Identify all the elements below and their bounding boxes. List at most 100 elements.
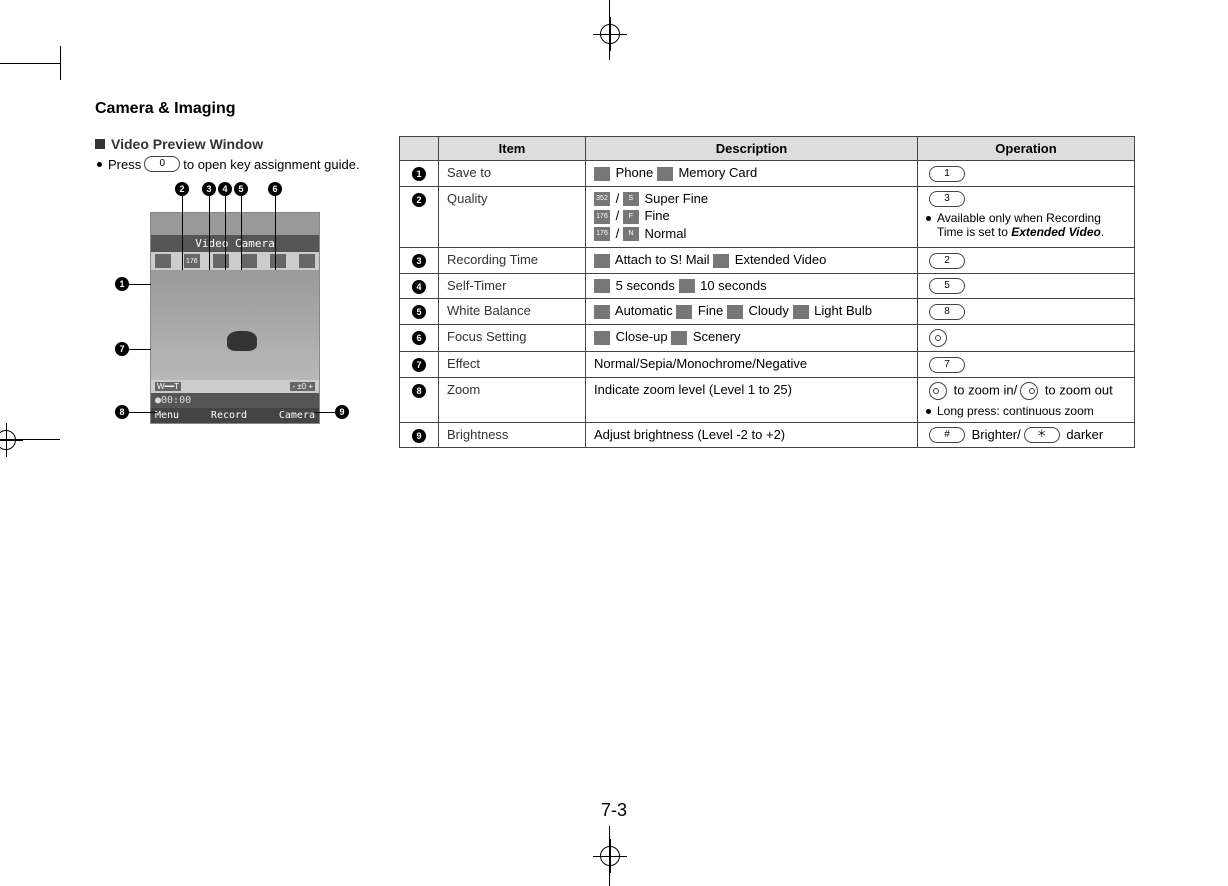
bullet-icon <box>97 162 102 167</box>
registration-mark-left <box>0 430 16 450</box>
option-icon: F <box>623 210 639 224</box>
desc-cell: Close-up Scenery <box>586 324 918 351</box>
table-row: 2Quality352 / S Super Fine176 / F Fine17… <box>400 186 1135 248</box>
option-icon: S <box>623 192 639 206</box>
item-cell: Quality <box>439 186 586 248</box>
option-label: Scenery <box>689 329 740 344</box>
table-row: 6Focus Setting Close-up Scenery <box>400 324 1135 351</box>
option-label: Light Bulb <box>811 303 872 318</box>
callout-9: 9 <box>335 405 349 419</box>
option-label: Close-up <box>612 329 671 344</box>
quality-icon: 176 <box>184 254 200 268</box>
softkey-menu: Menu <box>155 410 179 421</box>
registration-mark-bottom <box>600 846 620 866</box>
operation-cell: 5 <box>918 273 1135 299</box>
option-label: Automatic <box>612 303 676 318</box>
option-label: Memory Card <box>675 165 757 180</box>
table-row: 8ZoomIndicate zoom level (Level 1 to 25)… <box>400 377 1135 422</box>
crop-mark <box>609 0 610 60</box>
nav-key-icon <box>929 329 947 347</box>
option-icon <box>679 279 695 293</box>
option-icon <box>671 331 687 345</box>
desc-cell: Normal/Sepia/Monochrome/Negative <box>586 351 918 377</box>
nav-down-icon <box>1020 382 1038 400</box>
keycap: 2 <box>929 253 965 269</box>
option-icon <box>713 254 729 268</box>
separator: / <box>612 191 623 206</box>
zoom-indicator: W━━T <box>155 382 181 391</box>
item-cell: Recording Time <box>439 248 586 274</box>
wb-icon <box>270 254 286 268</box>
number-badge: 7 <box>412 358 426 372</box>
desc-cell: Automatic Fine Cloudy Light Bulb <box>586 299 918 325</box>
option-label: Attach to S! Mail <box>612 252 713 267</box>
operation-note: Long press: continuous zoom <box>926 404 1126 418</box>
option-label: Fine <box>694 303 727 318</box>
section-title: Camera & Imaging <box>95 100 1135 118</box>
th-num <box>400 137 439 161</box>
callout-5: 5 <box>234 182 248 196</box>
op-text: Brighter/ <box>968 427 1021 442</box>
operation-note: Available only when Recording Time is se… <box>926 211 1126 239</box>
option-icon <box>594 331 610 345</box>
row-number: 4 <box>400 273 439 299</box>
row-number: 5 <box>400 299 439 325</box>
operation-cell: 3Available only when Recording Time is s… <box>918 186 1135 248</box>
callout-4: 4 <box>218 182 232 196</box>
viewfinder <box>151 270 319 380</box>
focus-icon <box>299 254 315 268</box>
callout-7: 7 <box>115 342 129 356</box>
item-cell: Save to <box>439 161 586 187</box>
note-text: Long press: continuous zoom <box>937 404 1094 418</box>
option-icon <box>676 305 692 319</box>
row-number: 6 <box>400 324 439 351</box>
status-strip: W━━T - ±0 + <box>151 380 319 393</box>
table-row: 1 Save to Phone Memory Card 1 <box>400 161 1135 187</box>
option-label: Phone <box>612 165 657 180</box>
option-label: Extended Video <box>731 252 826 267</box>
row-number: 9 <box>400 422 439 448</box>
item-cell: Effect <box>439 351 586 377</box>
softkey-camera: Camera <box>279 410 315 421</box>
option-label: Fine <box>641 208 670 223</box>
operation-cell: 8 <box>918 299 1135 325</box>
option-label: Super Fine <box>641 191 708 206</box>
option-icon: 176 <box>594 227 610 241</box>
timer-icon <box>241 254 257 268</box>
separator: / <box>612 208 623 223</box>
press-text-pre: Press <box>108 157 141 172</box>
crop-mark <box>609 826 610 886</box>
row-number: 3 <box>400 248 439 274</box>
operation-cell: # Brighter/＊ darker <box>918 422 1135 448</box>
operation-cell: 1 <box>918 161 1135 187</box>
option-label: Cloudy <box>745 303 793 318</box>
number-badge: 3 <box>412 254 426 268</box>
desc-cell: Phone Memory Card <box>586 161 918 187</box>
table-row: 5White Balance Automatic Fine Cloudy Lig… <box>400 299 1135 325</box>
row-number: 8 <box>400 377 439 422</box>
crop-mark <box>0 439 60 440</box>
number-badge: 6 <box>412 331 426 345</box>
op-text: to zoom out <box>1041 382 1113 397</box>
keycap: 8 <box>929 304 965 320</box>
keycap: 7 <box>929 357 965 373</box>
th-item: Item <box>439 137 586 161</box>
press-text-post: to open key assignment guide. <box>183 157 359 172</box>
option-icon <box>727 305 743 319</box>
option-icon <box>594 305 610 319</box>
option-icon <box>657 167 673 181</box>
brightness-indicator: - ±0 + <box>290 382 315 391</box>
desc-cell: 352 / S Super Fine176 / F Fine176 / N No… <box>586 186 918 248</box>
option-label: Normal <box>641 226 687 241</box>
operation-cell <box>918 324 1135 351</box>
registration-mark-top <box>600 24 620 44</box>
operation-cell: 2 <box>918 248 1135 274</box>
icon-strip: 176 <box>151 252 319 270</box>
number-badge: 1 <box>412 167 426 181</box>
note-text: Available only when Recording Time is se… <box>937 211 1126 239</box>
square-bullet-icon <box>95 139 105 149</box>
desc-cell: Adjust brightness (Level -2 to +2) <box>586 422 918 448</box>
sub-heading-text: Video Preview Window <box>111 136 263 152</box>
desc-cell: 5 seconds 10 seconds <box>586 273 918 299</box>
callout-2: 2 <box>175 182 189 196</box>
